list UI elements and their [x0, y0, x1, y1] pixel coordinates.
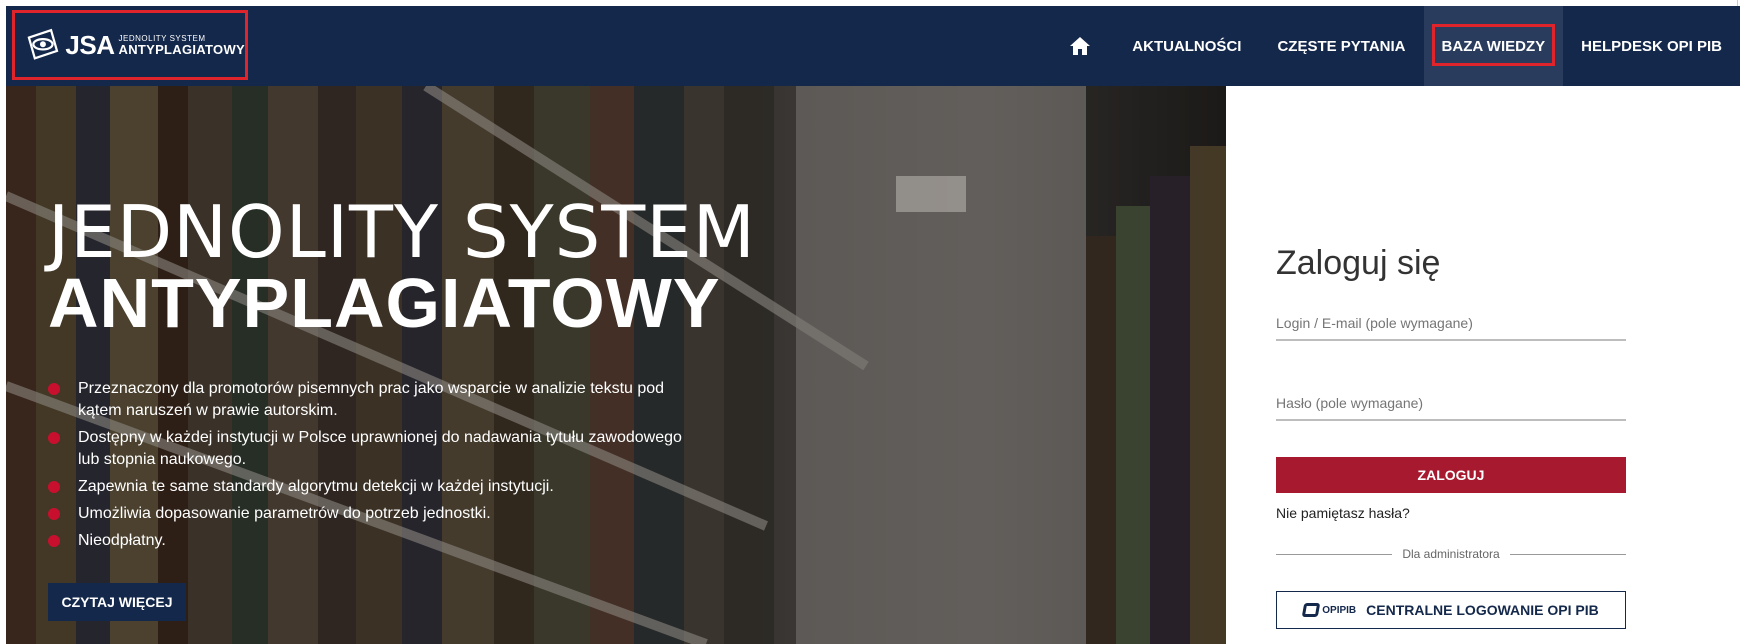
opi-logo-text: OPIPIB — [1322, 604, 1357, 616]
login-email-input[interactable] — [1276, 309, 1626, 337]
opi-logo: OPIPIB — [1302, 603, 1357, 617]
nav-aktualnosci[interactable]: AKTUALNOŚCI — [1114, 6, 1259, 86]
forgot-password-link[interactable]: Nie pamiętasz hasła? — [1276, 505, 1626, 521]
opi-logo-icon — [1302, 603, 1321, 617]
eye-logo-icon — [27, 28, 59, 60]
bullet-text: Nieodpłatny. — [78, 532, 166, 549]
admin-divider-label: Dla administratora — [1402, 547, 1500, 561]
bullet-text: Zapewnia te same standardy algorytmu det… — [78, 478, 554, 495]
login-panel: Zaloguj się ZALOGUJ Nie pamiętasz hasła?… — [1276, 86, 1626, 629]
admin-divider: Dla administratora — [1276, 547, 1626, 561]
nav-menu: AKTUALNOŚCI CZĘSTE PYTANIA BAZA WIEDZY H… — [1058, 6, 1740, 86]
bullet-text: Przeznaczony dla promotorów pisemnych pr… — [78, 380, 665, 419]
nav-label: AKTUALNOŚCI — [1132, 37, 1242, 55]
list-item: Zapewnia te same standardy algorytmu det… — [48, 476, 688, 498]
opi-central-login-button[interactable]: OPIPIB CENTRALNE LOGOWANIE OPI PIB — [1276, 591, 1626, 629]
password-input[interactable] — [1276, 389, 1626, 417]
login-submit-button[interactable]: ZALOGUJ — [1276, 457, 1626, 493]
hero-content: JEDNOLITY SYSTEM ANTYPLAGIATOWY Przeznac… — [48, 196, 756, 621]
login-field-wrap — [1276, 309, 1626, 341]
home-icon — [1070, 37, 1091, 55]
logo-link[interactable]: JSA JEDNOLITY SYSTEM ANTYPLAGIATOWY — [12, 10, 248, 80]
top-navbar: JSA JEDNOLITY SYSTEM ANTYPLAGIATOWY AKTU… — [6, 6, 1740, 86]
read-more-button[interactable]: CZYTAJ WIĘCEJ — [48, 583, 186, 621]
bullet-dot-icon — [48, 535, 60, 547]
divider-line — [1509, 553, 1626, 555]
bullet-dot-icon — [48, 508, 60, 520]
nav-czeste-pytania[interactable]: CZĘSTE PYTANIA — [1259, 6, 1423, 86]
feature-list: Przeznaczony dla promotorów pisemnych pr… — [48, 378, 688, 552]
nav-label: CZĘSTE PYTANIA — [1277, 37, 1406, 55]
bullet-text: Umożliwia dopasowanie parametrów do potr… — [78, 505, 491, 522]
bullet-dot-icon — [48, 383, 60, 395]
nav-label: HELPDESK OPI PIB — [1581, 37, 1722, 55]
nav-helpdesk[interactable]: HELPDESK OPI PIB — [1563, 6, 1740, 86]
nav-home[interactable] — [1058, 6, 1102, 86]
logo-text: JEDNOLITY SYSTEM ANTYPLAGIATOWY — [118, 34, 246, 57]
login-title: Zaloguj się — [1276, 244, 1441, 282]
nav-baza-wiedzy[interactable]: BAZA WIEDZY — [1423, 6, 1564, 86]
divider-line — [1276, 553, 1393, 555]
highlight-box — [1431, 24, 1556, 66]
hero-section: JEDNOLITY SYSTEM ANTYPLAGIATOWY Przeznac… — [6, 86, 1226, 644]
hero-title-line1: JEDNOLITY SYSTEM — [48, 190, 756, 274]
list-item: Umożliwia dopasowanie parametrów do potr… — [48, 503, 688, 525]
hero-title-line2: ANTYPLAGIATOWY — [48, 264, 721, 342]
logo-jsa: JSA — [65, 29, 115, 60]
bullet-text: Dostępny w każdej instytucji w Polsce up… — [78, 429, 682, 468]
list-item: Nieodpłatny. — [48, 530, 688, 552]
bullet-dot-icon — [48, 432, 60, 444]
password-field-wrap — [1276, 389, 1626, 421]
logo-big-text: ANTYPLAGIATOWY — [118, 41, 245, 57]
bullet-dot-icon — [48, 481, 60, 493]
opi-button-label: CENTRALNE LOGOWANIE OPI PIB — [1366, 602, 1599, 618]
list-item: Dostępny w każdej instytucji w Polsce up… — [48, 427, 688, 471]
list-item: Przeznaczony dla promotorów pisemnych pr… — [48, 378, 688, 422]
